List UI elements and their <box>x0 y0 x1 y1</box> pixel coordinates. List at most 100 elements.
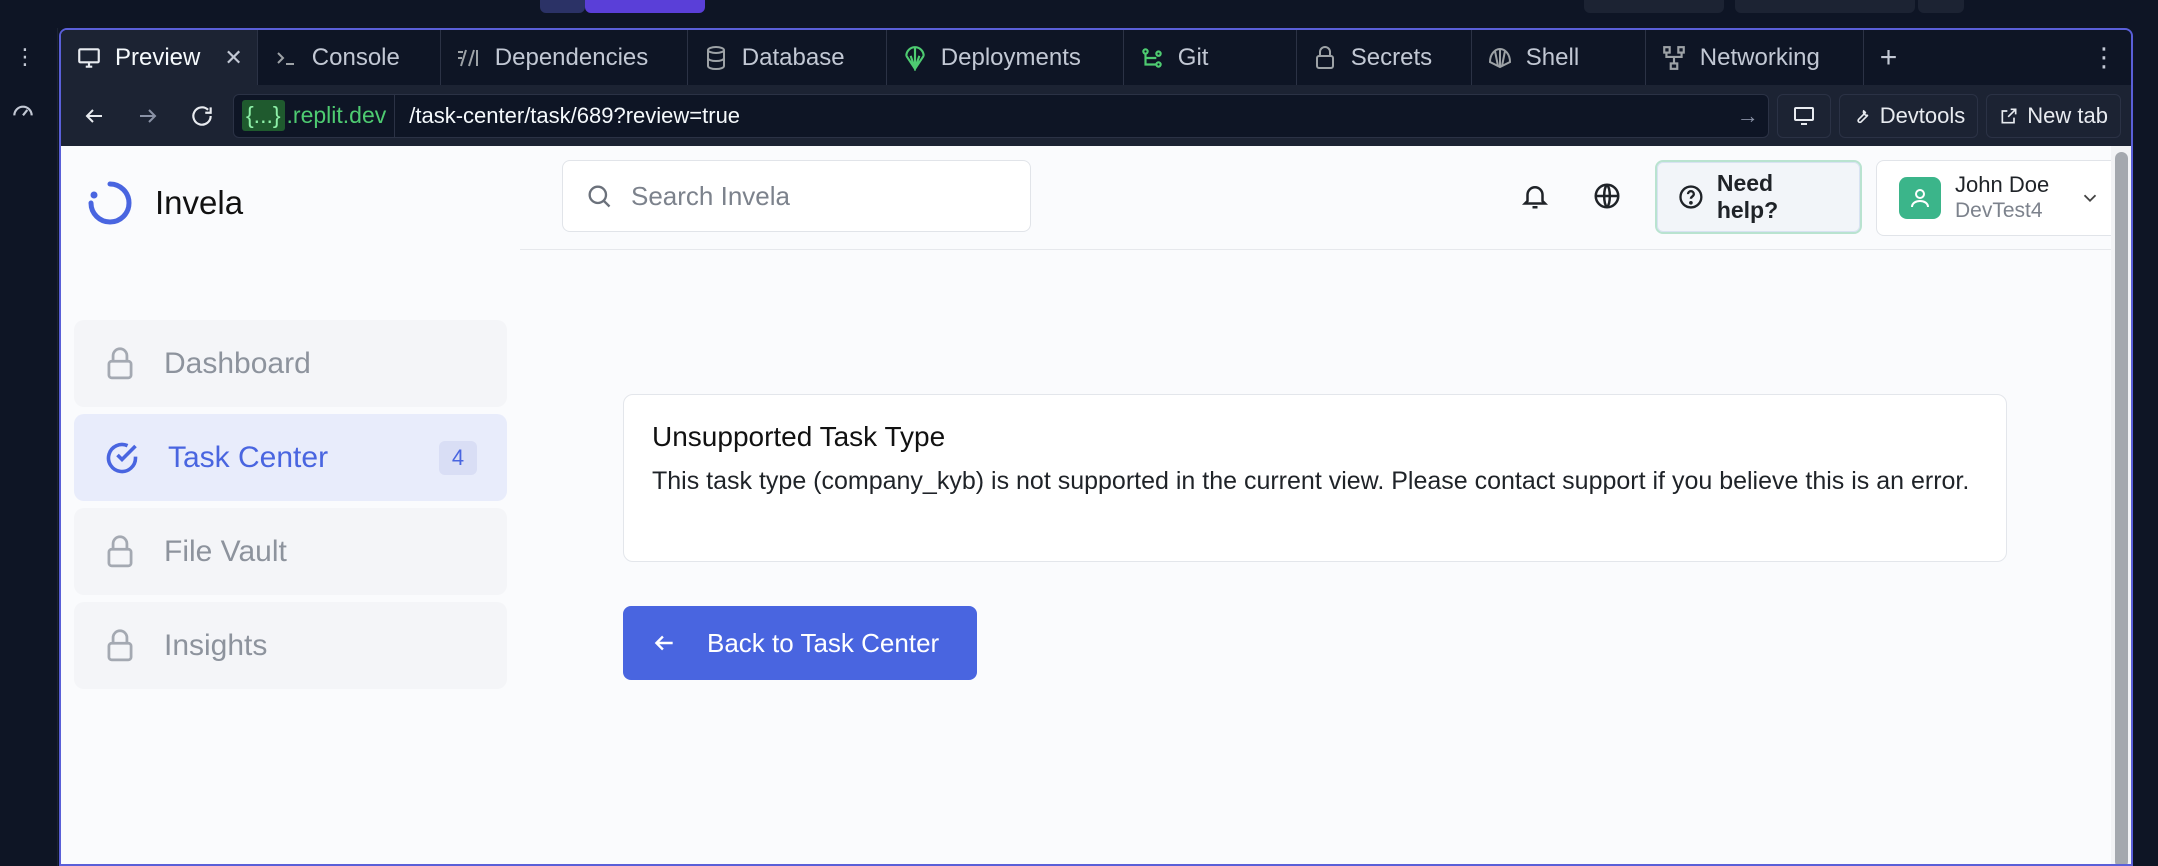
devtools-label: Devtools <box>1879 102 1966 128</box>
top-strip-segment <box>1918 0 1964 13</box>
new-tab-button[interactable]: New tab <box>1986 93 2121 138</box>
external-link-icon <box>2001 108 2017 123</box>
tab-label: Database <box>741 43 845 71</box>
search-placeholder: Search Invela <box>631 180 790 211</box>
plus-icon: + <box>1879 40 1898 74</box>
sidebar-item-label: Dashboard <box>164 346 311 380</box>
tab-shell[interactable]: Shell <box>1472 30 1646 85</box>
app-header: Search Invela Need help? John Doe DevTes… <box>520 146 2124 250</box>
ide-tab-bar: Preview ✕ Console Dependencies Database … <box>61 30 2131 85</box>
tab-label: Dependencies <box>494 43 649 71</box>
terminal-icon <box>272 44 300 72</box>
sidebar-item-file-vault[interactable]: File Vault <box>74 508 507 595</box>
monitor-icon <box>1793 106 1814 125</box>
networking-icon <box>1660 44 1688 72</box>
tab-label: Shell <box>1525 43 1580 71</box>
tab-label: Networking <box>1699 43 1820 71</box>
sidebar-item-label: Insights <box>164 628 268 662</box>
tab-label: Git <box>1177 43 1209 71</box>
new-tab-label: New tab <box>2027 102 2108 128</box>
tab-label: Console <box>311 43 400 71</box>
scrollbar-thumb[interactable] <box>2115 152 2128 864</box>
device-toggle-button[interactable] <box>1776 93 1831 138</box>
brand-name: Invela <box>155 184 244 221</box>
deployments-icon <box>901 44 929 72</box>
url-domain-brace: {...} <box>242 100 285 131</box>
url-domain-suffix: .replit.dev <box>286 102 387 128</box>
reload-button[interactable] <box>179 93 225 139</box>
sidebar-item-task-center[interactable]: Task Center 4 <box>74 414 507 501</box>
check-circle-icon <box>106 442 138 473</box>
sidebar-item-label: File Vault <box>164 534 287 568</box>
devtools-button[interactable]: Devtools <box>1838 93 1979 138</box>
tab-networking[interactable]: Networking <box>1646 30 1864 85</box>
tab-bar-menu-icon[interactable]: ⋮ <box>2077 30 2131 85</box>
monitor-icon <box>75 44 103 72</box>
url-path: /task-center/task/689?review=true <box>409 102 741 128</box>
tab-console[interactable]: Console <box>258 30 441 85</box>
reload-icon <box>192 105 212 126</box>
tab-label: Deployments <box>940 43 1081 71</box>
tab-git[interactable]: Git <box>1124 30 1297 85</box>
sidebar-nav: Dashboard Task Center 4 File Vault Insig… <box>74 320 507 696</box>
git-icon <box>1138 44 1166 72</box>
top-strip-segment <box>1735 0 1915 13</box>
language-button[interactable] <box>1587 176 1627 216</box>
bell-icon <box>1521 186 1549 209</box>
app-viewport: Invela Dashboard Task Center 4 File Vaul… <box>61 146 2124 864</box>
back-button-label: Back to Task Center <box>707 627 940 658</box>
go-arrow-icon[interactable]: → <box>1728 103 1768 129</box>
app-sidebar: Invela Dashboard Task Center 4 File Vaul… <box>61 146 520 864</box>
url-domain: {...} .replit.dev <box>234 94 396 137</box>
arrow-right-icon <box>140 108 157 123</box>
tab-label: Preview <box>115 43 201 71</box>
user-menu[interactable]: John Doe DevTest4 <box>1876 160 2124 236</box>
card-message: This task type (company_kyb) is not supp… <box>652 467 1970 495</box>
url-field[interactable]: {...} .replit.dev /task-center/task/689?r… <box>233 93 1769 138</box>
search-icon <box>588 185 611 208</box>
top-strip-segment <box>540 0 585 13</box>
gauge-icon[interactable] <box>10 98 36 124</box>
lock-icon <box>107 346 133 379</box>
top-strip-segment-active <box>585 0 705 13</box>
tab-preview[interactable]: Preview ✕ <box>61 30 258 85</box>
tab-deployments[interactable]: Deployments <box>887 30 1124 85</box>
lock-icon <box>107 628 133 661</box>
help-button[interactable]: Need help? <box>1655 160 1862 234</box>
top-strip-segment <box>1584 0 1724 13</box>
task-count-badge: 4 <box>439 440 477 475</box>
user-org: DevTest4 <box>1955 199 2043 222</box>
help-circle-icon <box>1679 185 1703 209</box>
user-icon <box>1911 189 1929 208</box>
url-bar-row: {...} .replit.dev /task-center/task/689?r… <box>61 85 2131 146</box>
search-input[interactable]: Search Invela <box>562 160 1031 232</box>
new-tab-plus-button[interactable]: + <box>1864 30 1914 85</box>
user-names: John Doe DevTest4 <box>1955 172 2049 224</box>
database-icon <box>702 44 730 72</box>
avatar <box>1899 177 1941 219</box>
back-to-task-center-button[interactable]: Back to Task Center <box>623 606 977 680</box>
dependencies-icon <box>455 44 483 72</box>
arrow-left-icon <box>654 635 673 651</box>
sidebar-item-insights[interactable]: Insights <box>74 602 507 689</box>
close-icon[interactable]: ✕ <box>224 45 242 71</box>
card-title: Unsupported Task Type <box>652 421 946 452</box>
invela-logo-icon <box>88 181 132 225</box>
sidebar-item-label: Task Center <box>168 440 329 474</box>
lock-icon <box>107 534 133 567</box>
forward-arrow-button[interactable] <box>125 93 171 139</box>
ide-top-strip <box>0 0 2158 28</box>
tab-dependencies[interactable]: Dependencies <box>441 30 688 85</box>
back-arrow-button[interactable] <box>71 93 117 139</box>
tab-database[interactable]: Database <box>688 30 887 85</box>
shell-icon <box>1486 44 1514 72</box>
tab-secrets[interactable]: Secrets <box>1297 30 1472 85</box>
notifications-button[interactable] <box>1515 176 1555 216</box>
user-name: John Doe <box>1955 172 2050 197</box>
brand-logo[interactable]: Invela <box>87 180 243 226</box>
ide-left-rail: ⋮ <box>0 28 58 866</box>
unsupported-task-card: Unsupported Task Type This task type (co… <box>623 394 2007 562</box>
rail-menu-icon[interactable]: ⋮ <box>14 46 36 68</box>
help-label: Need help? <box>1716 170 1779 223</box>
sidebar-item-dashboard[interactable]: Dashboard <box>74 320 507 407</box>
